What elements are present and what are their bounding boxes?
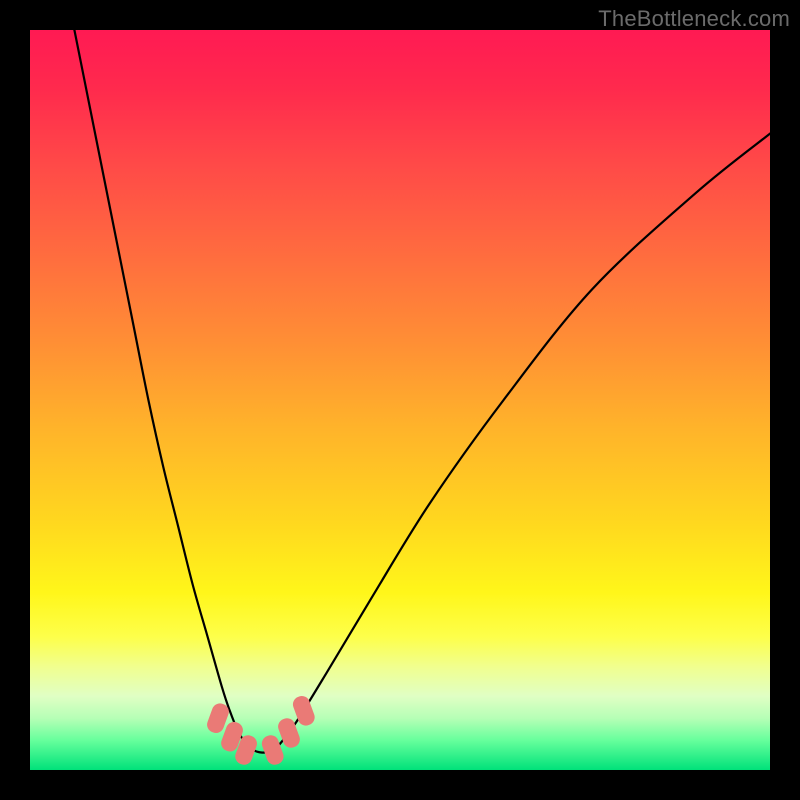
chart-frame: TheBottleneck.com	[0, 0, 800, 800]
plot-area	[30, 30, 770, 770]
curve-svg	[30, 30, 770, 770]
curve-markers	[205, 694, 317, 767]
watermark-text: TheBottleneck.com	[598, 6, 790, 32]
bottleneck-curve	[74, 30, 770, 753]
